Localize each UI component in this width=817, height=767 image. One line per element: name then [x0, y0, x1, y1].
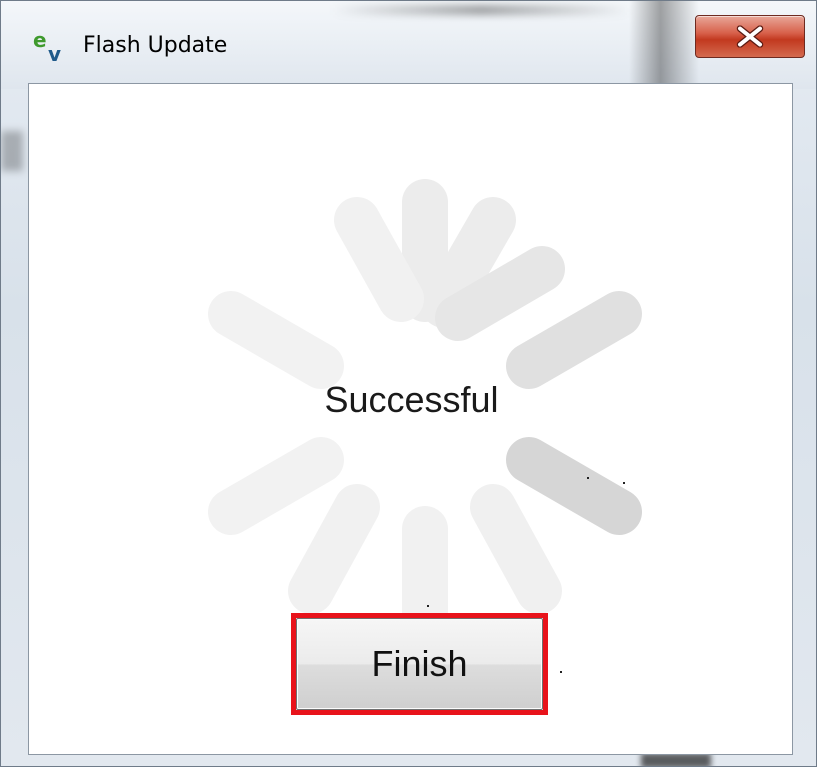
background-shadow [1, 131, 23, 171]
spinner-spoke [288, 484, 380, 614]
artifact-dot [427, 605, 429, 607]
dialog-content: Successful Finish [28, 83, 793, 755]
spinner-spoke [208, 291, 344, 389]
artifact-dot [623, 482, 625, 484]
finish-button[interactable]: Finish [296, 618, 543, 710]
status-message: Successful [324, 379, 499, 420]
ev-app-icon: e v [33, 28, 61, 65]
window-title: Flash Update [83, 33, 228, 58]
svg-text:e: e [33, 28, 47, 52]
background-shadow [641, 753, 711, 766]
spinner-spoke [334, 197, 424, 322]
title-bar[interactable]: e v Flash Update [1, 1, 816, 83]
spinner-spoke [506, 437, 642, 535]
artifact-dot [587, 477, 589, 479]
spinner-spoke [470, 484, 562, 614]
close-icon [736, 25, 764, 48]
svg-text:v: v [48, 42, 61, 65]
close-button[interactable] [695, 15, 805, 58]
flash-update-window: e v Flash Update Successful Finish [0, 0, 817, 767]
spinner-spoke [506, 291, 642, 389]
artifact-dot [560, 671, 562, 673]
spinner-spoke [208, 437, 344, 535]
